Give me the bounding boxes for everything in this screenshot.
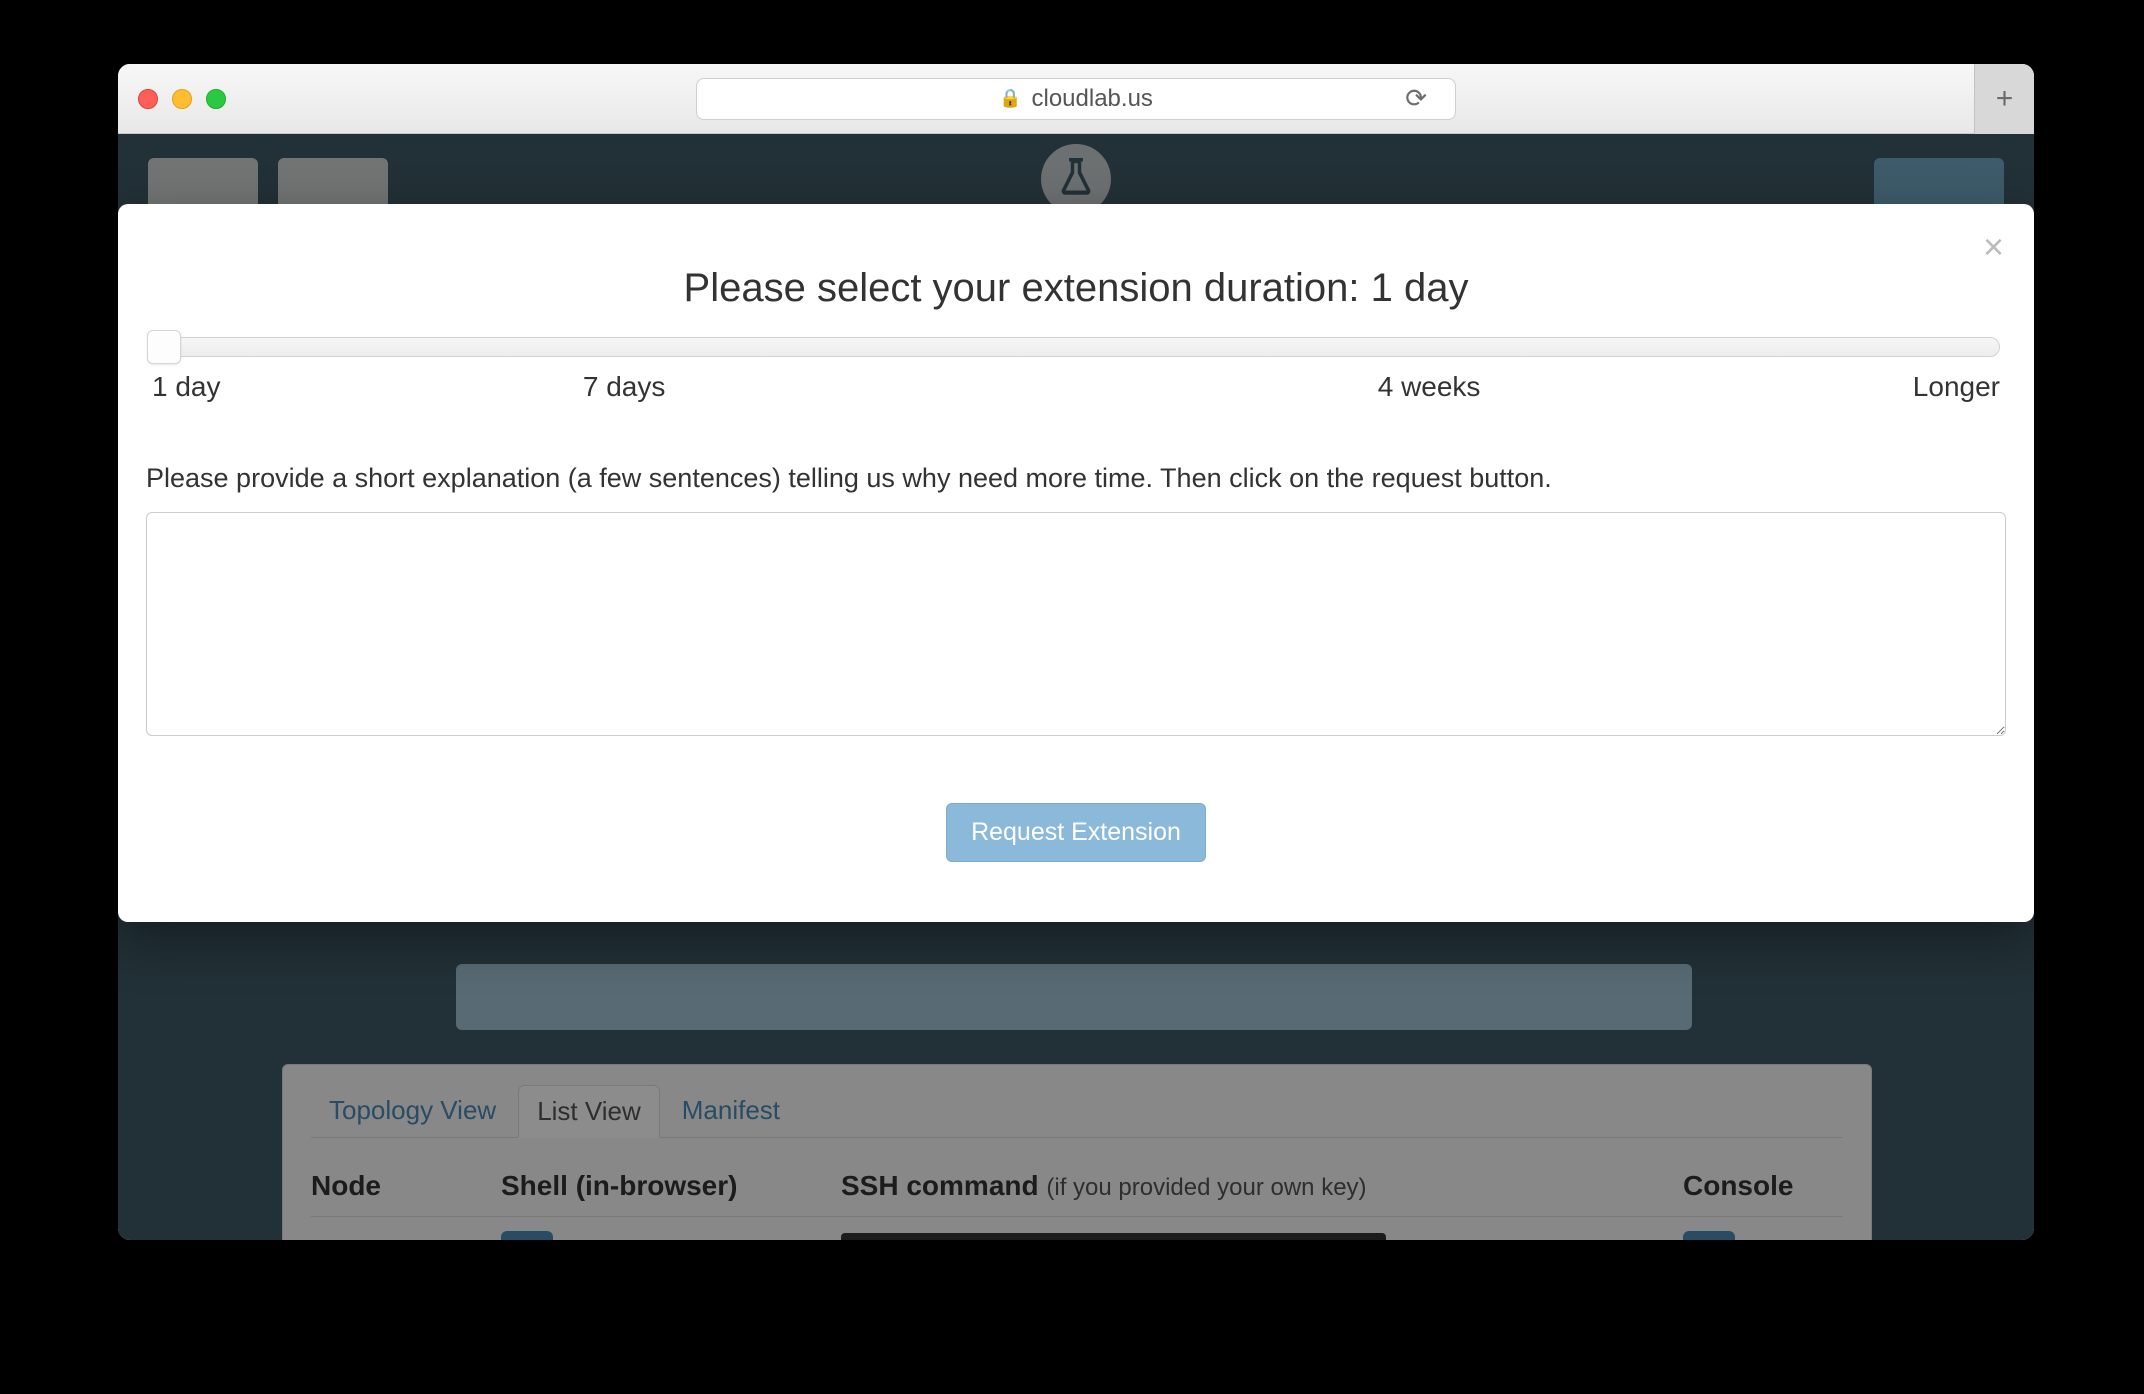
slider-tick-labels: 1 day 7 days 4 weeks Longer xyxy=(152,371,2000,403)
dialog-footer: Request Extension xyxy=(146,803,2006,862)
address-bar[interactable]: 🔒 cloudlab.us ⟳ xyxy=(696,78,1456,120)
slider-handle[interactable] xyxy=(147,330,181,364)
zoom-window-button[interactable] xyxy=(206,89,226,109)
slider-track[interactable] xyxy=(152,337,2000,357)
duration-slider: 1 day 7 days 4 weeks Longer xyxy=(146,337,2006,403)
dialog-title-prefix: Please select your extension duration: xyxy=(684,266,1371,310)
close-window-button[interactable] xyxy=(138,89,158,109)
reload-icon[interactable]: ⟳ xyxy=(1405,83,1427,114)
slider-tick: 7 days xyxy=(583,371,666,403)
dialog-title-value: 1 day xyxy=(1371,266,1469,310)
close-dialog-button[interactable]: × xyxy=(1983,226,2004,268)
extension-request-dialog: × Please select your extension duration:… xyxy=(118,204,2034,922)
slider-tick: Longer xyxy=(1913,371,2000,403)
new-tab-button[interactable]: + xyxy=(1974,64,2034,134)
address-bar-host: cloudlab.us xyxy=(1032,85,1153,113)
explanation-prompt: Please provide a short explanation (a fe… xyxy=(146,463,2006,494)
slider-tick: 4 weeks xyxy=(1378,371,1481,403)
browser-chrome: 🔒 cloudlab.us ⟳ + xyxy=(118,64,2034,134)
window-controls xyxy=(138,89,226,109)
slider-tick: 1 day xyxy=(152,371,221,403)
explanation-textarea[interactable] xyxy=(146,512,2006,736)
request-extension-button[interactable]: Request Extension xyxy=(946,803,1206,862)
dialog-title: Please select your extension duration: 1… xyxy=(146,266,2006,311)
lock-icon: 🔒 xyxy=(999,88,1021,109)
minimize-window-button[interactable] xyxy=(172,89,192,109)
